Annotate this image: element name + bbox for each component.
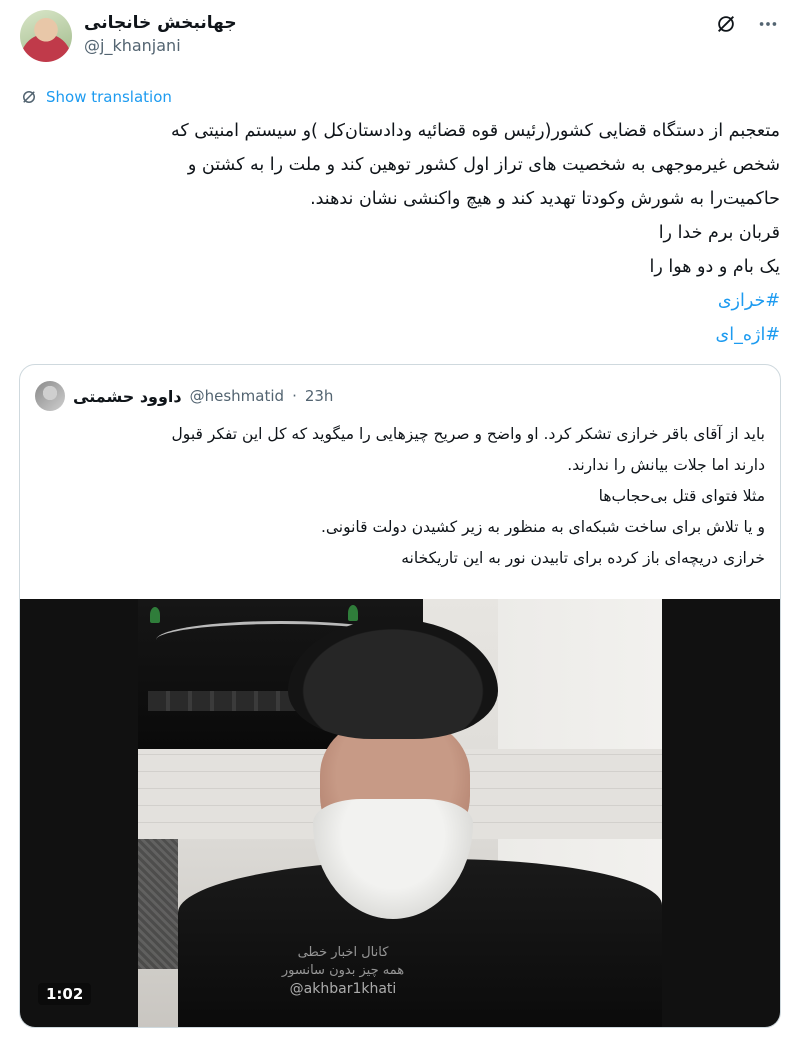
video-frame: کانال اخبار خطی همه چیز بدون سانسور @akh… <box>138 599 662 1027</box>
hashtag-link[interactable]: #خرازی <box>718 291 780 311</box>
quoted-avatar[interactable] <box>35 381 65 411</box>
show-translation-button[interactable]: Show translation <box>20 88 172 106</box>
quoted-line: دارند اما جلات بیانش را ندارند. <box>567 456 765 474</box>
quoted-handle[interactable]: @heshmatid <box>190 387 284 405</box>
watermark-handle: @akhbar1khati <box>289 981 397 997</box>
watermark-line: کانال اخبار خطی <box>297 945 389 960</box>
banner-leaf <box>348 605 358 621</box>
header-actions <box>714 12 780 36</box>
more-icon[interactable] <box>756 12 780 36</box>
show-translation-label[interactable]: Show translation <box>46 88 172 106</box>
quoted-time[interactable]: 23h <box>305 387 334 405</box>
quoted-line: و یا تلاش برای ساخت شبکه‌ای به منظور به … <box>320 518 765 536</box>
author-names: جهانبخش خانجانی @j_khanjani <box>84 12 237 58</box>
grok-icon[interactable] <box>714 12 738 36</box>
video-duration: 1:02 <box>38 983 92 1005</box>
quoted-tweet[interactable]: داوود حشمتی @heshmatid · 23h باید از آقا… <box>19 364 781 1028</box>
translate-icon <box>23 91 35 103</box>
quoted-line: باید از آقای باقر خرازی تشکر کرد. او واض… <box>171 425 765 443</box>
author-handle[interactable]: @j_khanjani <box>84 34 237 58</box>
tweet-line: قربان برم خدا را <box>658 223 780 243</box>
quoted-line: مثلا فتوای قتل بی‌حجاب‌ها <box>598 487 765 505</box>
video-player[interactable]: کانال اخبار خطی همه چیز بدون سانسور @akh… <box>20 599 780 1027</box>
author-avatar[interactable] <box>20 10 72 62</box>
video-watermark: کانال اخبار خطی همه چیز بدون سانسور @akh… <box>258 944 428 998</box>
quoted-separator: · <box>292 387 297 405</box>
quoted-text: باید از آقای باقر خرازی تشکر کرد. او واض… <box>35 419 765 574</box>
quoted-display-name[interactable]: داوود حشمتی <box>73 387 182 406</box>
tweet-text: متعجبم از دستگاه قضایی کشور(رئیس قوه قضا… <box>20 114 780 352</box>
tweet-line: شخص غیرموجهی به شخصیت های تراز اول کشور … <box>187 155 780 175</box>
tweet-line: حاکمیت‌را به شورش وکودتا تهدید کند و هیچ… <box>310 189 780 209</box>
banner-leaf <box>150 607 160 623</box>
tweet-header: جهانبخش خانجانی @j_khanjani <box>20 10 780 66</box>
quoted-header: داوود حشمتی @heshmatid · 23h <box>35 381 333 411</box>
quoted-line: خرازی دریچه‌ای باز کرده برای تابیدن نور … <box>401 549 765 567</box>
tweet: جهانبخش خانجانی @j_khanjani Show transla… <box>0 0 800 1042</box>
watermark-line: همه چیز بدون سانسور <box>281 963 405 978</box>
chair <box>138 839 178 969</box>
hashtag-link[interactable]: #اژه_ای <box>716 325 780 345</box>
tweet-line: یک بام و دو هوا را <box>649 257 780 277</box>
author-display-name[interactable]: جهانبخش خانجانی <box>84 12 237 34</box>
tweet-line: متعجبم از دستگاه قضایی کشور(رئیس قوه قضا… <box>171 121 780 141</box>
